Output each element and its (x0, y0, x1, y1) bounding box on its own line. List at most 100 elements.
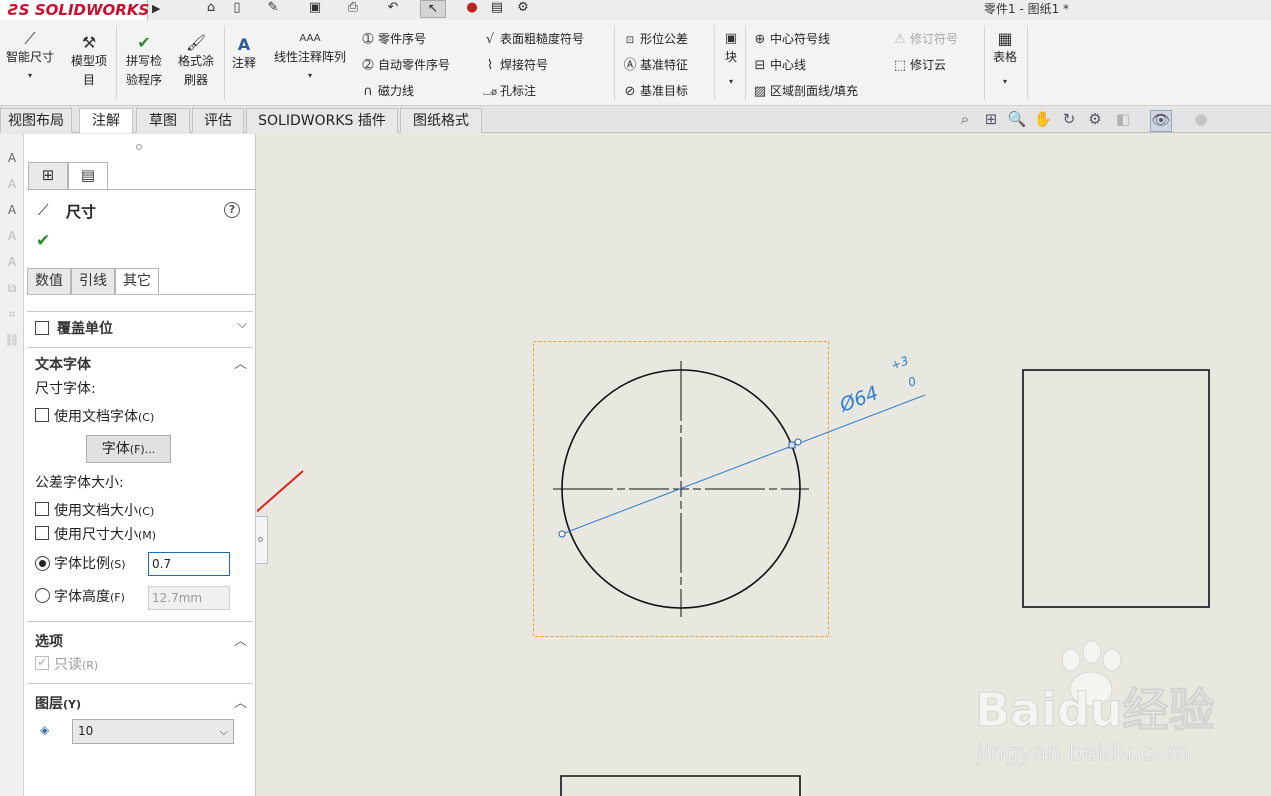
print-icon[interactable]: ⎙ (342, 0, 364, 18)
options-group-header[interactable]: 选项 ︿ (27, 621, 253, 655)
note-insert-icon[interactable]: A (2, 150, 22, 170)
font-height-radio[interactable] (35, 588, 50, 603)
pan-icon[interactable]: ✋ (1032, 110, 1054, 132)
copy-annotation-icon[interactable]: ⧉ (2, 280, 22, 300)
weld-symbol-button[interactable]: ⌇ 焊接符号 (480, 54, 548, 76)
use-dimension-size-checkbox[interactable] (35, 526, 49, 540)
dimension-handle[interactable] (794, 438, 802, 446)
hole-callout-button[interactable]: ⌴ø 孔标注 (480, 80, 536, 102)
ok-checkmark-icon[interactable]: ✔ (36, 231, 50, 251)
font-scale-input[interactable]: 0.7 (148, 552, 230, 576)
zoom-in-out-icon[interactable]: 🔍 (1006, 110, 1028, 132)
dimension-handle[interactable] (558, 530, 566, 538)
revision-symbol-button[interactable]: ⚠ 修订符号 (890, 28, 958, 50)
font-scale-radio[interactable] (35, 556, 50, 571)
view-settings-icon[interactable]: ⚙ (1084, 110, 1106, 132)
override-units-checkbox[interactable] (35, 321, 49, 335)
note-align-icon[interactable]: A (2, 228, 22, 248)
zoom-to-fit-icon[interactable]: ⌕ (954, 110, 976, 132)
tab-evaluate[interactable]: 评估 (192, 108, 244, 133)
tab-other[interactable]: 其它 (115, 268, 159, 294)
appearance-icon[interactable]: ● (1190, 110, 1212, 132)
open-icon[interactable]: ✎ (262, 0, 284, 18)
use-document-size-checkbox[interactable] (35, 502, 49, 516)
tab-view-layout[interactable]: 视图布局 (0, 108, 72, 133)
center-mark[interactable] (553, 361, 809, 617)
chevron-up-icon[interactable]: ︿ (234, 353, 247, 372)
balloon-button[interactable]: ➀ 零件序号 (358, 28, 426, 50)
diameter-dimension[interactable]: Ø64 +3 0 (558, 353, 926, 538)
rebuild-icon[interactable]: ● (461, 0, 483, 18)
dimension-grip[interactable] (788, 441, 796, 449)
spell-checker-button[interactable]: ✔ 拼写检 验程序 (118, 34, 170, 90)
block-button[interactable]: ▣ 块 ▾ (718, 30, 744, 91)
note-edit-icon[interactable]: A (2, 176, 22, 196)
options-gear-icon[interactable]: ⚙ (512, 0, 534, 18)
solidworks-logo[interactable]: ƧS SOLIDWORKS (0, 0, 149, 20)
select-pointer-icon[interactable]: ↖ (420, 0, 446, 18)
format-painter-button[interactable]: 🖌 格式涂 刷器 (170, 34, 222, 90)
home-icon[interactable]: ⌂ (200, 0, 222, 18)
chevron-up-icon[interactable]: ︿ (234, 692, 247, 711)
dropdown-arrow-icon[interactable]: ▾ (0, 67, 60, 85)
annotation-side-toolbar: A A A A A ⧉ ⌗ ⛓ (0, 134, 24, 796)
undo-icon[interactable]: ↶ (382, 0, 404, 18)
hide-show-items-icon[interactable]: 👁 (1150, 110, 1172, 132)
read-only-checkbox[interactable]: ✔ (35, 656, 49, 670)
use-document-font-checkbox[interactable] (35, 408, 49, 422)
centermark-button[interactable]: ⊕ 中心符号线 (750, 28, 830, 50)
display-style-icon[interactable]: ◧ (1112, 110, 1134, 132)
tab-sketch[interactable]: 草图 (136, 108, 190, 133)
side-view-rectangle[interactable] (1022, 369, 1210, 608)
chevron-down-icon[interactable]: ⌵ (237, 317, 247, 332)
dropdown-arrow-icon[interactable]: ▾ (264, 67, 356, 85)
table-button[interactable]: ▦ 表格 ▾ (986, 30, 1024, 91)
geometric-tolerance-button[interactable]: ⊡ 形位公差 (620, 28, 688, 50)
text-fonts-group-header[interactable]: 文本字体 ︿ (27, 347, 253, 381)
tab-leaders[interactable]: 引线 (71, 268, 115, 294)
drawing-canvas[interactable]: Ø64 +3 0 Baidu经验 jingyan.baidu.com (257, 134, 1271, 796)
new-doc-icon[interactable]: ▯ (226, 0, 248, 18)
datum-feature-button[interactable]: Ⓐ 基准特征 (620, 54, 688, 76)
model-items-button[interactable]: ⚒ 模型项 目 (64, 34, 114, 90)
magnetic-line-button[interactable]: ∩ 磁力线 (358, 80, 414, 102)
panel-grip-icon[interactable] (136, 144, 142, 150)
tab-value[interactable]: 数值 (27, 268, 71, 294)
dimension-text[interactable]: Ø64 (836, 382, 881, 417)
override-units-group[interactable]: 覆盖单位 ⌵ (27, 311, 253, 345)
auto-balloon-button[interactable]: ➁ 自动零件序号 (358, 54, 450, 76)
tab-solidworks-addins[interactable]: SOLIDWORKS 插件 (246, 108, 398, 133)
note-format-icon[interactable]: A (2, 254, 22, 274)
layer-select[interactable]: 10 ⌵ (72, 719, 234, 744)
font-button[interactable]: 字体(F)... (86, 435, 171, 463)
note-link-icon[interactable]: A (2, 202, 22, 222)
layer-group-header[interactable]: 图层(Y) ︿ (27, 683, 253, 717)
file-properties-icon[interactable]: ▤ (486, 0, 508, 18)
layer-title: 图层(Y) (35, 696, 82, 712)
property-manager-tab[interactable]: ⊞ (28, 162, 68, 189)
bottom-view-rectangle[interactable] (560, 775, 801, 796)
select-annotation-icon[interactable]: ⌗ (2, 306, 22, 326)
dropdown-arrow-icon[interactable]: ▾ (718, 73, 744, 91)
surface-finish-button[interactable]: √ 表面粗糙度符号 (480, 28, 584, 50)
rotate-view-icon[interactable]: ↻ (1058, 110, 1080, 132)
help-icon[interactable]: ? (224, 202, 240, 218)
note-button[interactable]: A 注释 (226, 36, 262, 73)
menu-expand-arrow-icon[interactable]: ▶ (152, 2, 166, 18)
revision-cloud-button[interactable]: ⬚ 修订云 (890, 54, 946, 76)
area-hatch-button[interactable]: ▨ 区域剖面线/填充 (750, 80, 858, 102)
smart-dimension-button[interactable]: ⟋ 智能尺寸 ▾ (0, 30, 60, 85)
dropdown-arrow-icon[interactable]: ▾ (986, 73, 1024, 91)
datum-target-button[interactable]: ⊘ 基准目标 (620, 80, 688, 102)
save-icon[interactable]: ▣ (304, 0, 326, 18)
note-label: 注释 (231, 56, 256, 70)
font-height-input[interactable]: 12.7mm (148, 586, 230, 610)
tab-annotation[interactable]: 注解 (79, 108, 133, 133)
chevron-up-icon[interactable]: ︿ (234, 630, 247, 649)
link-icon[interactable]: ⛓ (2, 332, 22, 352)
zoom-to-area-icon[interactable]: ⊞ (980, 110, 1002, 132)
feature-tree-tab[interactable]: ▤ (68, 162, 108, 189)
tab-sheet-format[interactable]: 图纸格式 (400, 108, 482, 133)
linear-note-pattern-button[interactable]: AAA 线性注释阵列 ▾ (264, 30, 356, 85)
centerline-button[interactable]: ⊟ 中心线 (750, 54, 806, 76)
